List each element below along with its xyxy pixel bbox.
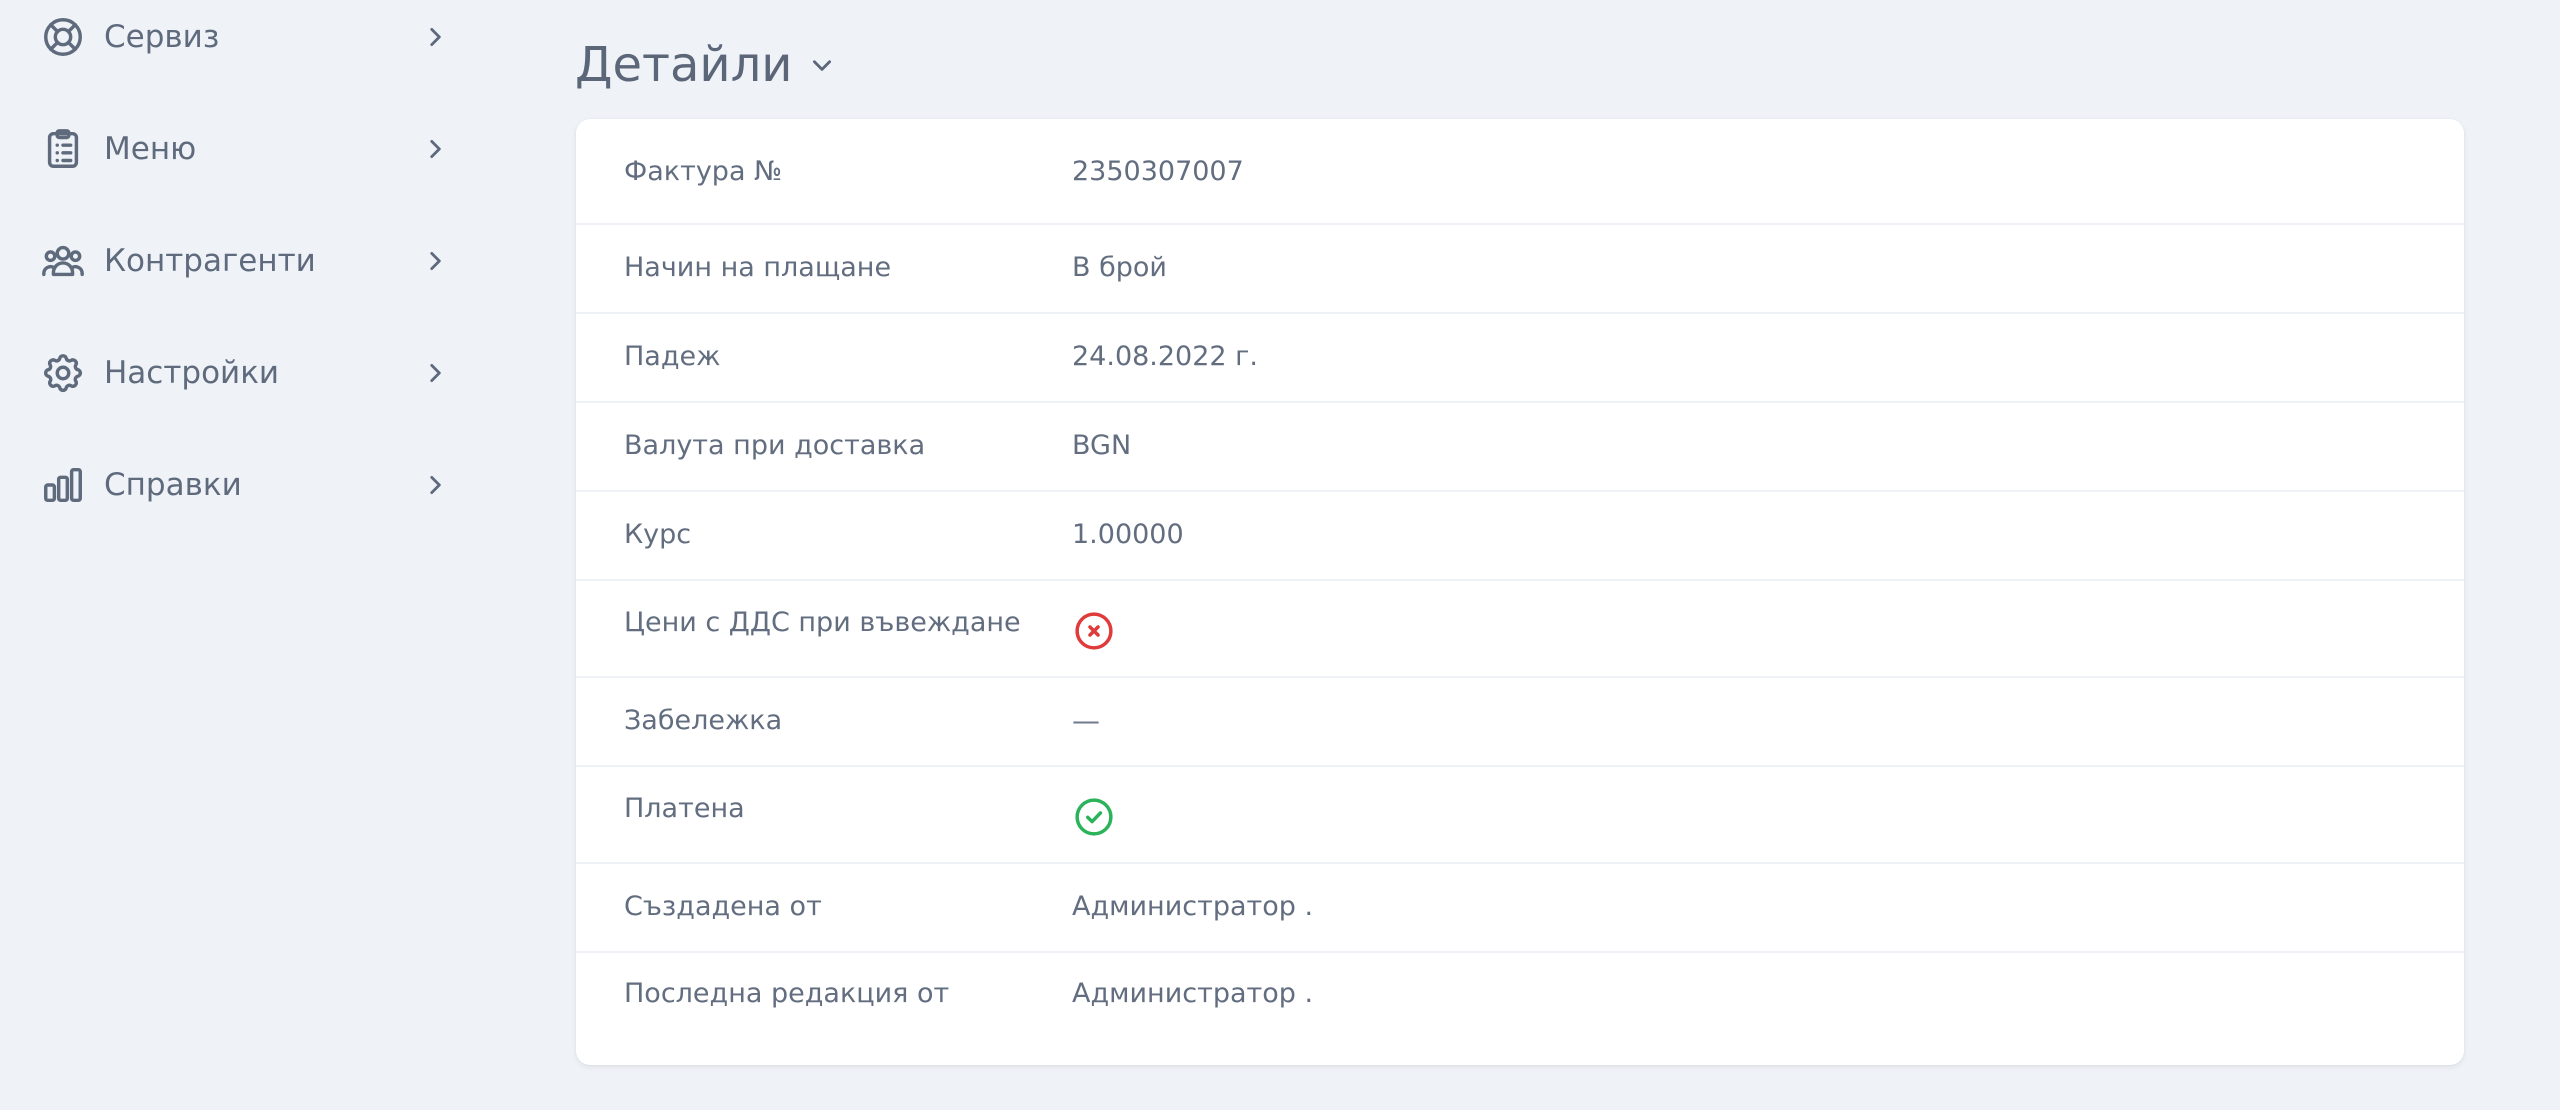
detail-row-created-by: Създадена от Администратор . [576,862,2464,953]
detail-value: Администратор . [1072,891,1314,922]
detail-row-rate: Курс 1.00000 [576,490,2464,581]
sidebar: Сервиз Меню Контрагенти Настройки Справк… [0,0,480,1110]
detail-label: Платена [624,793,745,824]
detail-label: Забележка [624,705,783,736]
users-icon [40,238,86,284]
sidebar-item-label: Сервиз [104,19,220,55]
detail-value [1072,765,1116,865]
detail-value: В брой [1072,252,1167,283]
sidebar-item-label: Контрагенти [104,243,316,279]
sidebar-item-settings[interactable]: Настройки [40,343,450,403]
detail-label: Начин на плащане [624,252,892,283]
detail-label: Създадена от [624,891,822,922]
detail-label: Курс [624,519,692,550]
sidebar-item-label: Настройки [104,355,280,391]
sidebar-item-contractors[interactable]: Контрагенти [40,231,450,291]
detail-label: Цени с ДДС при въвеждане [624,607,1021,638]
detail-value [1072,579,1116,679]
chevron-right-icon [420,22,450,52]
check-circle-icon [1072,795,1116,839]
sidebar-item-reports[interactable]: Справки [40,455,450,515]
detail-row-delivery-currency: Валута при доставка BGN [576,401,2464,492]
detail-value: 1.00000 [1072,519,1184,550]
clipboard-list-icon [40,126,86,172]
lifebuoy-icon [40,14,86,60]
detail-value: 2350307007 [1072,155,1244,187]
detail-row-last-edited-by: Последна редакция от Администратор . [576,951,2464,1065]
sidebar-item-service[interactable]: Сервиз [40,7,450,67]
detail-row-paid: Платена [576,765,2464,864]
details-card: Фактура № 2350307007 Начин на плащане В … [576,119,2464,1065]
detail-row-invoice-number: Фактура № 2350307007 [576,119,2464,225]
detail-row-payment-method: Начин на плащане В брой [576,223,2464,314]
page-title: Детайли [575,37,793,93]
chevron-down-icon [808,51,836,79]
detail-value: Администратор . [1072,978,1314,1009]
x-circle-icon [1072,609,1116,653]
bar-chart-icon [40,462,86,508]
detail-label: Падеж [624,341,721,372]
chevron-right-icon [420,134,450,164]
gear-icon [40,350,86,396]
detail-label: Фактура № [624,155,783,187]
detail-row-prices-with-vat: Цени с ДДС при въвеждане [576,579,2464,678]
sidebar-item-label: Меню [104,131,197,167]
sidebar-item-menu[interactable]: Меню [40,119,450,179]
detail-value: BGN [1072,430,1132,461]
detail-row-due-date: Падеж 24.08.2022 г. [576,312,2464,403]
chevron-right-icon [420,358,450,388]
sidebar-item-label: Справки [104,467,242,503]
detail-value: — [1072,704,1100,737]
detail-label: Валута при доставка [624,430,926,461]
chevron-right-icon [420,470,450,500]
detail-label: Последна редакция от [624,978,950,1009]
detail-row-note: Забележка — [576,676,2464,767]
details-title-toggle[interactable]: Детайли [575,30,836,100]
detail-value: 24.08.2022 г. [1072,341,1258,372]
chevron-right-icon [420,246,450,276]
